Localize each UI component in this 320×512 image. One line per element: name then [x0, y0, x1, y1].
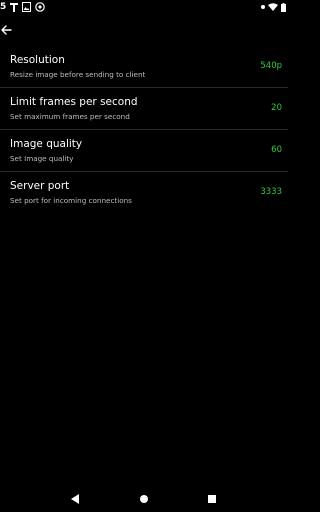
- image-icon: [22, 2, 32, 12]
- setting-value: 540p: [260, 61, 282, 71]
- setting-value: 20: [271, 103, 282, 113]
- status-bar-right: [261, 2, 286, 12]
- battery-icon: [281, 2, 286, 12]
- t-app-icon: [10, 3, 19, 12]
- navigation-bar: [0, 486, 288, 512]
- at-sign-icon: [35, 2, 46, 12]
- setting-subtitle: Set port for incoming connections: [10, 196, 132, 205]
- setting-title: Limit frames per second: [10, 96, 138, 108]
- setting-title: Server port: [10, 180, 70, 192]
- setting-limit-fps[interactable]: Limit frames per second Set maximum fram…: [0, 89, 288, 130]
- setting-subtitle: Set maximum frames per second: [10, 112, 130, 121]
- status-bar: 5: [0, 0, 288, 14]
- setting-title: Resolution: [10, 54, 65, 66]
- setting-image-quality[interactable]: Image quality Set Image quality 60: [0, 131, 288, 172]
- setting-title: Image quality: [10, 138, 83, 150]
- status-time: 5: [0, 2, 7, 12]
- status-bar-left: 5: [0, 1, 46, 13]
- back-triangle-icon[interactable]: [70, 493, 82, 505]
- settings-list: Resolution Resize image before sending t…: [0, 47, 288, 213]
- setting-subtitle: Resize image before sending to client: [10, 70, 146, 79]
- setting-resolution[interactable]: Resolution Resize image before sending t…: [0, 47, 288, 88]
- wifi-icon: [268, 3, 278, 11]
- home-circle-icon[interactable]: [138, 493, 150, 505]
- setting-subtitle: Set Image quality: [10, 154, 74, 163]
- recents-square-icon[interactable]: [206, 493, 218, 505]
- setting-server-port[interactable]: Server port Set port for incoming connec…: [0, 173, 288, 213]
- back-arrow-icon[interactable]: [0, 24, 12, 36]
- setting-value: 3333: [260, 187, 282, 197]
- dot-icon: [261, 5, 265, 9]
- setting-value: 60: [271, 145, 282, 155]
